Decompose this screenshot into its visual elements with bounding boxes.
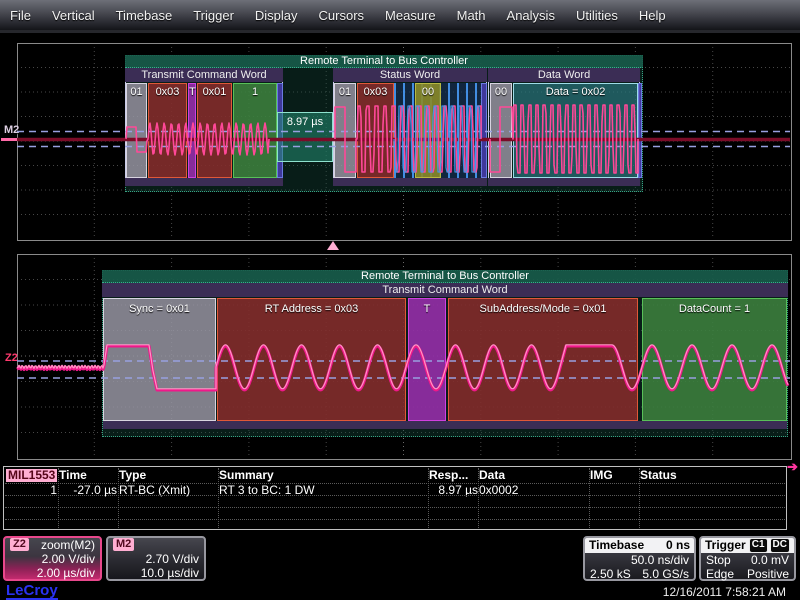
lecroy-logo: LeCroy (6, 583, 58, 600)
menu-measure[interactable]: Measure (385, 8, 436, 23)
lower-decode-segment: Sync = 0x01 (103, 298, 216, 421)
z2-descriptor-panel[interactable]: Z2 zoom(M2) 2.00 V/div 2.00 µs/div (3, 536, 102, 581)
upper-segment-label: 0x03 (358, 86, 393, 98)
trigger-slope-label: Edge (706, 567, 734, 581)
menu-help[interactable]: Help (639, 8, 666, 23)
trigger-panel[interactable]: Trigger C1DC Stop 0.0 mV Edge Positive (699, 536, 796, 581)
menu-timebase[interactable]: Timebase (116, 8, 173, 23)
upper-word-title: Transmit Command Word (125, 68, 283, 82)
upper-decode-segment: 0x01 (197, 83, 232, 178)
lower-segment-label: SubAddress/Mode = 0x01 (449, 303, 637, 315)
decoder-badge[interactable]: MIL1553 (6, 469, 57, 482)
upper-word-footer (488, 178, 640, 186)
response-time-label: 8.97 µs (277, 112, 333, 162)
trigger-badge-dc: DC (770, 538, 790, 553)
table-row-separator (5, 507, 785, 508)
upper-segment-label: 1 (234, 86, 276, 98)
lower-channel-label[interactable]: Z2 (5, 352, 18, 364)
upper-word-footer (333, 178, 487, 186)
timebase-panel[interactable]: Timebase 0 ns 50.0 ns/div 2.50 kS 5.0 GS… (583, 536, 696, 581)
table-header-status: Status (640, 469, 786, 482)
lower-message-title: Remote Terminal to Bus Controller (102, 270, 788, 283)
upper-segment-label: 01 (335, 86, 355, 98)
m2-descriptor-panel[interactable]: M2 2.70 V/div 10.0 µs/div (106, 536, 206, 581)
upper-decode-segment (638, 83, 642, 178)
timebase-samples: 2.50 kS (590, 567, 631, 581)
upper-decode-segment: 00 (415, 83, 441, 178)
menu-math[interactable]: Math (457, 8, 486, 23)
upper-decode-segment: 01 (126, 83, 147, 178)
menu-display[interactable]: Display (255, 8, 298, 23)
table-scroll-arrow[interactable]: ➔ (787, 459, 798, 475)
upper-word-footer (125, 178, 283, 186)
menu-file[interactable]: File (10, 8, 31, 23)
upper-segment-label: 0x03 (149, 86, 186, 98)
z2-tdiv: 2.00 µs/div (37, 566, 95, 580)
lower-decode-segment: RT Address = 0x03 (217, 298, 406, 421)
upper-word-title: Data Word (488, 68, 640, 82)
menu-trigger[interactable]: Trigger (193, 8, 234, 23)
table-header-resp: Resp... (429, 469, 478, 482)
datetime-stamp: 12/16/2011 7:58:21 AM (663, 585, 786, 599)
upper-decode-segment: 00 (490, 83, 512, 178)
menu-analysis[interactable]: Analysis (507, 8, 555, 23)
upper-decode-segment: T (188, 83, 196, 178)
lower-segment-label: DataCount = 1 (643, 303, 786, 315)
upper-channel-label[interactable]: M2 (4, 124, 19, 136)
table-row-separator (5, 519, 785, 520)
upper-decode-segment: Data = 0x02 (513, 83, 638, 178)
lower-word-title: Transmit Command Word (102, 283, 788, 297)
menu-vertical[interactable]: Vertical (52, 8, 95, 23)
trigger-mode: Stop (706, 553, 731, 567)
upper-decode-segment: 01 (334, 83, 356, 178)
table-header-summary: Summary (219, 469, 427, 482)
trigger-level: 0.0 mV (751, 553, 789, 567)
upper-message-title: Remote Terminal to Bus Controller (125, 55, 643, 68)
upper-segment-label: Data = 0x02 (514, 86, 637, 98)
lower-decode-segment: T (408, 298, 446, 421)
lower-segment-label: Sync = 0x01 (104, 303, 215, 315)
table-header-data: Data (479, 469, 588, 482)
trigger-title: Trigger (705, 538, 746, 553)
upper-segment-label: 01 (127, 86, 146, 98)
table-header-time: Time (59, 469, 117, 482)
upper-segment-label: 00 (491, 86, 511, 98)
upper-decode-segment (481, 83, 487, 178)
timebase-title: Timebase (589, 538, 644, 553)
upper-segment-label: 0x01 (198, 86, 231, 98)
upper-segment-label: 00 (416, 86, 440, 98)
menu-bar: File Vertical Timebase Trigger Display Cursor… (0, 0, 800, 30)
z2-vdiv: 2.00 V/div (42, 552, 95, 566)
trigger-position-marker[interactable] (327, 241, 339, 250)
timebase-offset: 0 ns (666, 538, 690, 553)
z2-title: zoom(M2) (41, 538, 95, 552)
lower-segment-label: RT Address = 0x03 (218, 303, 405, 315)
table-row-separator (5, 495, 785, 496)
upper-decode-segment: 0x03 (148, 83, 187, 178)
lower-segment-label: T (409, 303, 445, 315)
lower-decode-segment: DataCount = 1 (642, 298, 787, 421)
trigger-slope: Positive (747, 567, 789, 581)
lower-word-footer (103, 421, 787, 429)
timebase-tdiv: 50.0 ns/div (631, 553, 689, 567)
decoder-badge-label: MIL1553 (6, 469, 57, 482)
upper-decode-segment: 1 (233, 83, 277, 178)
lower-decode-segment: SubAddress/Mode = 0x01 (448, 298, 638, 421)
upper-word-title: Status Word (333, 68, 487, 82)
upper-segment-label: T (189, 86, 195, 98)
decode-table: MIL1553TimeTypeSummaryResp...DataIMGStat… (3, 466, 787, 530)
menu-cursors[interactable]: Cursors (319, 8, 365, 23)
z2-badge: Z2 (10, 538, 29, 551)
menu-utilities[interactable]: Utilities (576, 8, 618, 23)
table-header-img: IMG (590, 469, 638, 482)
timebase-rate: 5.0 GS/s (642, 567, 689, 581)
m2-vdiv: 2.70 V/div (146, 552, 199, 566)
table-header-type: Type (119, 469, 217, 482)
trigger-badge-c1: C1 (749, 538, 768, 553)
menu-divider (0, 30, 800, 33)
m2-badge: M2 (113, 538, 134, 551)
m2-tdiv: 10.0 µs/div (141, 566, 199, 580)
upper-decode-segment: 0x03 (357, 83, 394, 178)
